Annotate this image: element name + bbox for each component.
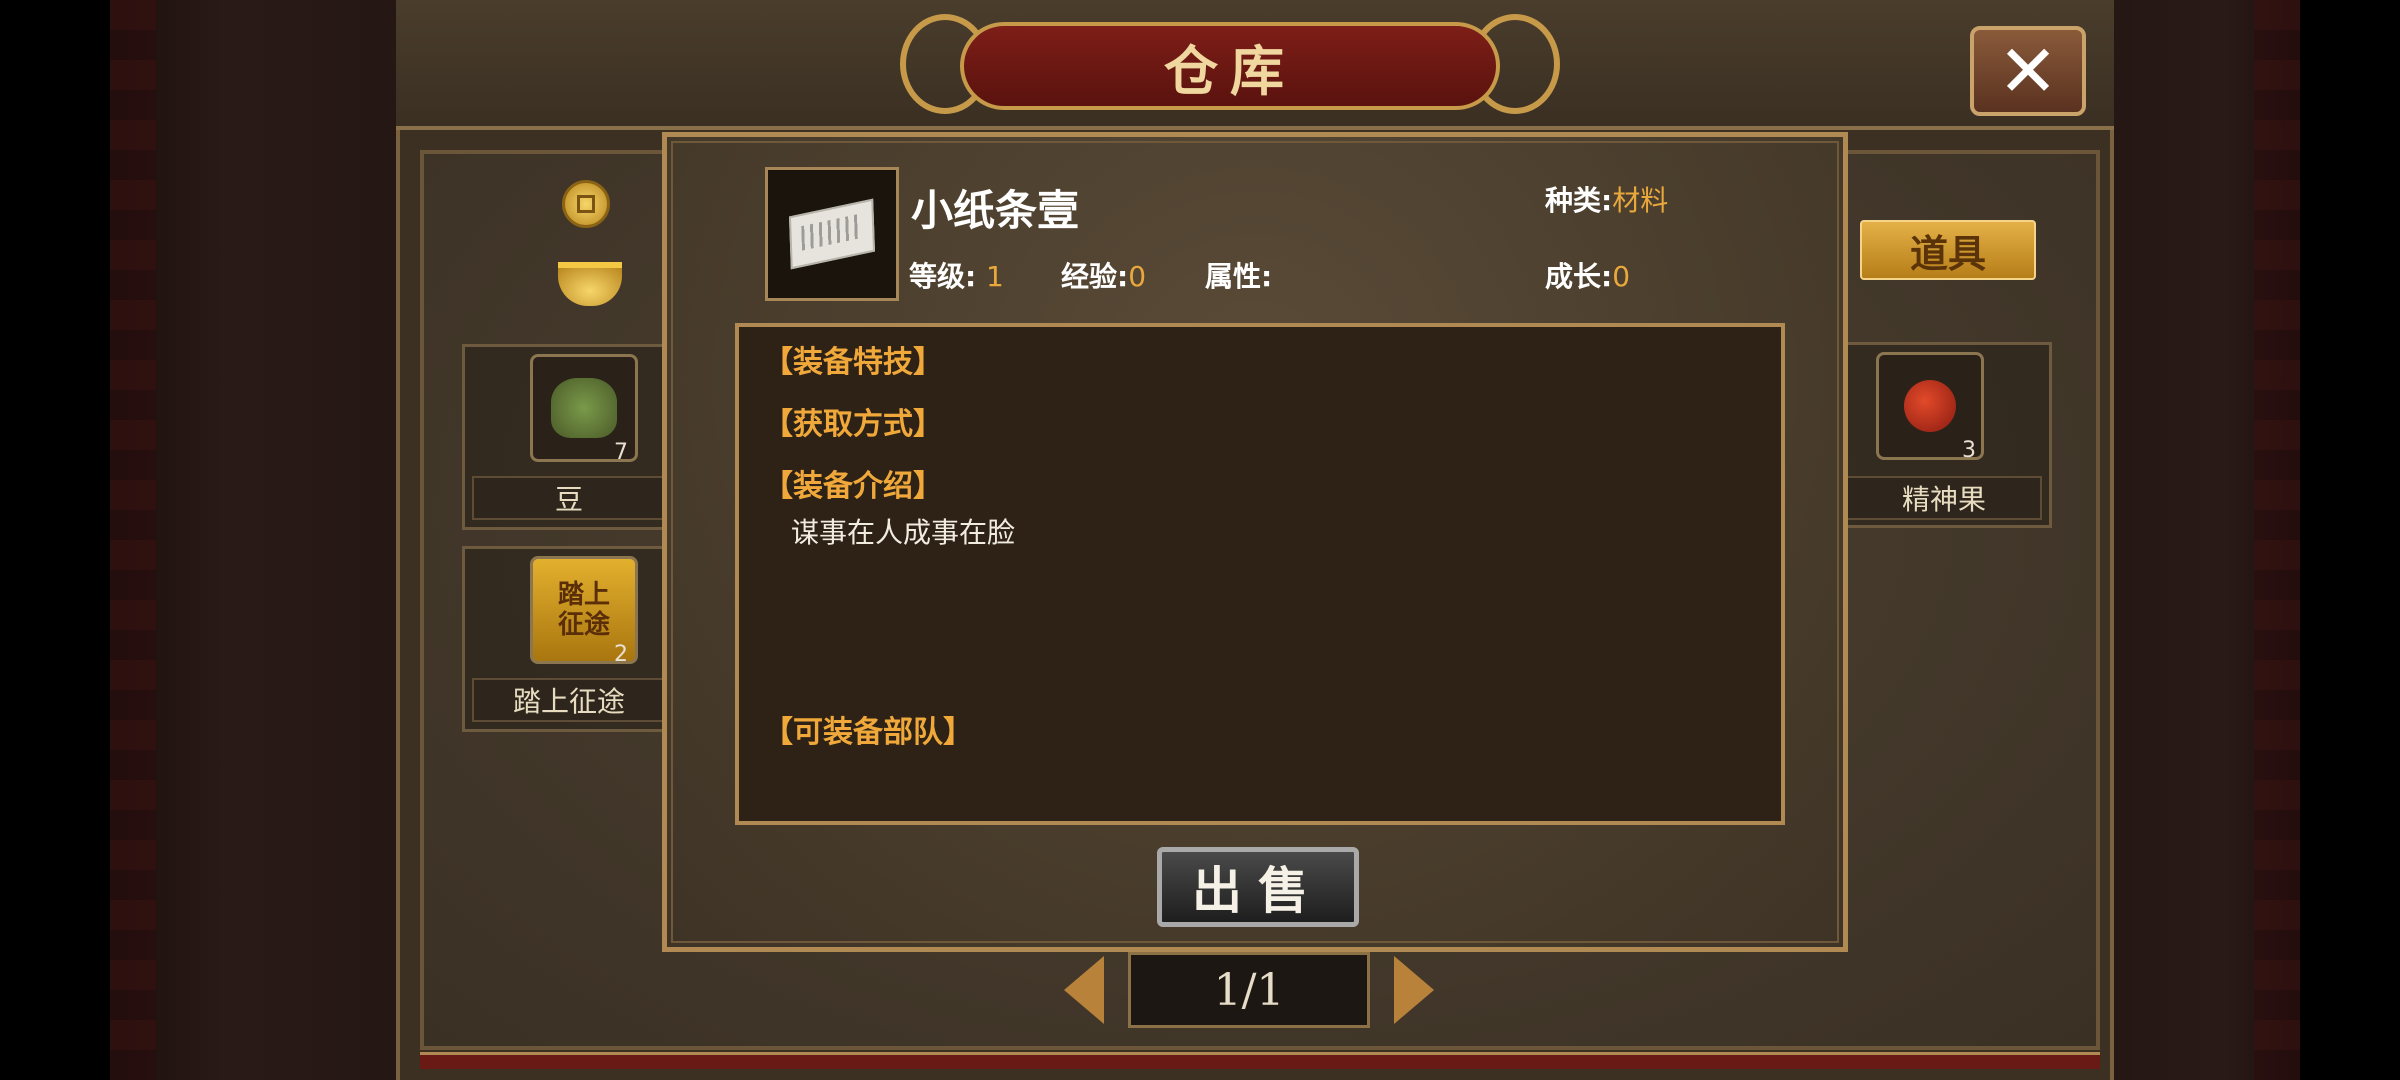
slot-count: 2 xyxy=(614,642,628,667)
tab-items[interactable]: 道具 xyxy=(1860,220,2036,280)
close-icon: ✕ xyxy=(1997,29,2059,113)
next-page-icon[interactable] xyxy=(1394,956,1434,1024)
item-description: 谋事在人成事在脸 xyxy=(791,516,1016,549)
paper-note-icon xyxy=(789,198,875,270)
left-decor-panel xyxy=(110,0,400,1080)
prev-page-icon[interactable] xyxy=(1064,956,1104,1024)
slot-count: 3 xyxy=(1962,438,1976,463)
level-value: 1 xyxy=(985,260,1004,293)
copper-coin-icon xyxy=(562,180,610,228)
page-title: 仓库 xyxy=(1164,38,1296,103)
close-button[interactable]: ✕ xyxy=(1970,26,2086,116)
item-attr-label: 属性: xyxy=(1205,260,1273,293)
item-detail-popup: 小纸条壹 种类:材料 等级: 1 经验:0 属性: 成长:0 【装备特技】 【获… xyxy=(662,132,1848,952)
title-plaque: 仓库 xyxy=(960,22,1500,110)
section-source: 【获取方式】 xyxy=(763,407,943,442)
right-decor-panel xyxy=(2110,0,2300,1080)
item-growth: 成长:0 xyxy=(1545,255,1630,295)
left-black-margin xyxy=(0,0,110,1080)
section-skill: 【装备特技】 xyxy=(763,345,943,380)
level-label: 等级: xyxy=(909,260,977,293)
slot-name: 踏上征途 xyxy=(472,678,666,722)
exp-label: 经验: xyxy=(1061,260,1129,293)
slot-count: 7 xyxy=(614,440,628,465)
item-thumbnail xyxy=(765,167,899,301)
sell-button-label: 出售 xyxy=(1192,861,1324,920)
item-type: 种类:材料 xyxy=(1545,179,1668,219)
growth-label: 成长: xyxy=(1545,260,1613,293)
type-value: 材料 xyxy=(1612,184,1669,217)
slot-name: 豆 xyxy=(472,476,666,520)
exp-value: 0 xyxy=(1128,260,1147,293)
page-indicator: 1/1 xyxy=(1128,952,1370,1028)
item-name: 小纸条壹 xyxy=(911,186,1080,235)
slot-name: 精神果 xyxy=(1846,476,2042,520)
growth-value: 0 xyxy=(1612,260,1631,293)
type-label: 种类: xyxy=(1545,184,1613,217)
item-exp: 经验:0 xyxy=(1061,255,1146,295)
bottom-strip xyxy=(420,1052,2100,1069)
right-black-margin xyxy=(2300,0,2400,1080)
tab-items-label: 道具 xyxy=(1909,230,1986,276)
journey-icon-text: 踏上征途 xyxy=(557,580,610,640)
section-intro: 【装备介绍】 xyxy=(763,469,943,504)
item-description-box: 【装备特技】 【获取方式】 【装备介绍】 谋事在人成事在脸 【可装备部队】 xyxy=(735,323,1785,825)
section-units: 【可装备部队】 xyxy=(763,715,973,750)
item-level: 等级: 1 xyxy=(909,255,1004,295)
sell-button[interactable]: 出售 xyxy=(1157,847,1359,927)
